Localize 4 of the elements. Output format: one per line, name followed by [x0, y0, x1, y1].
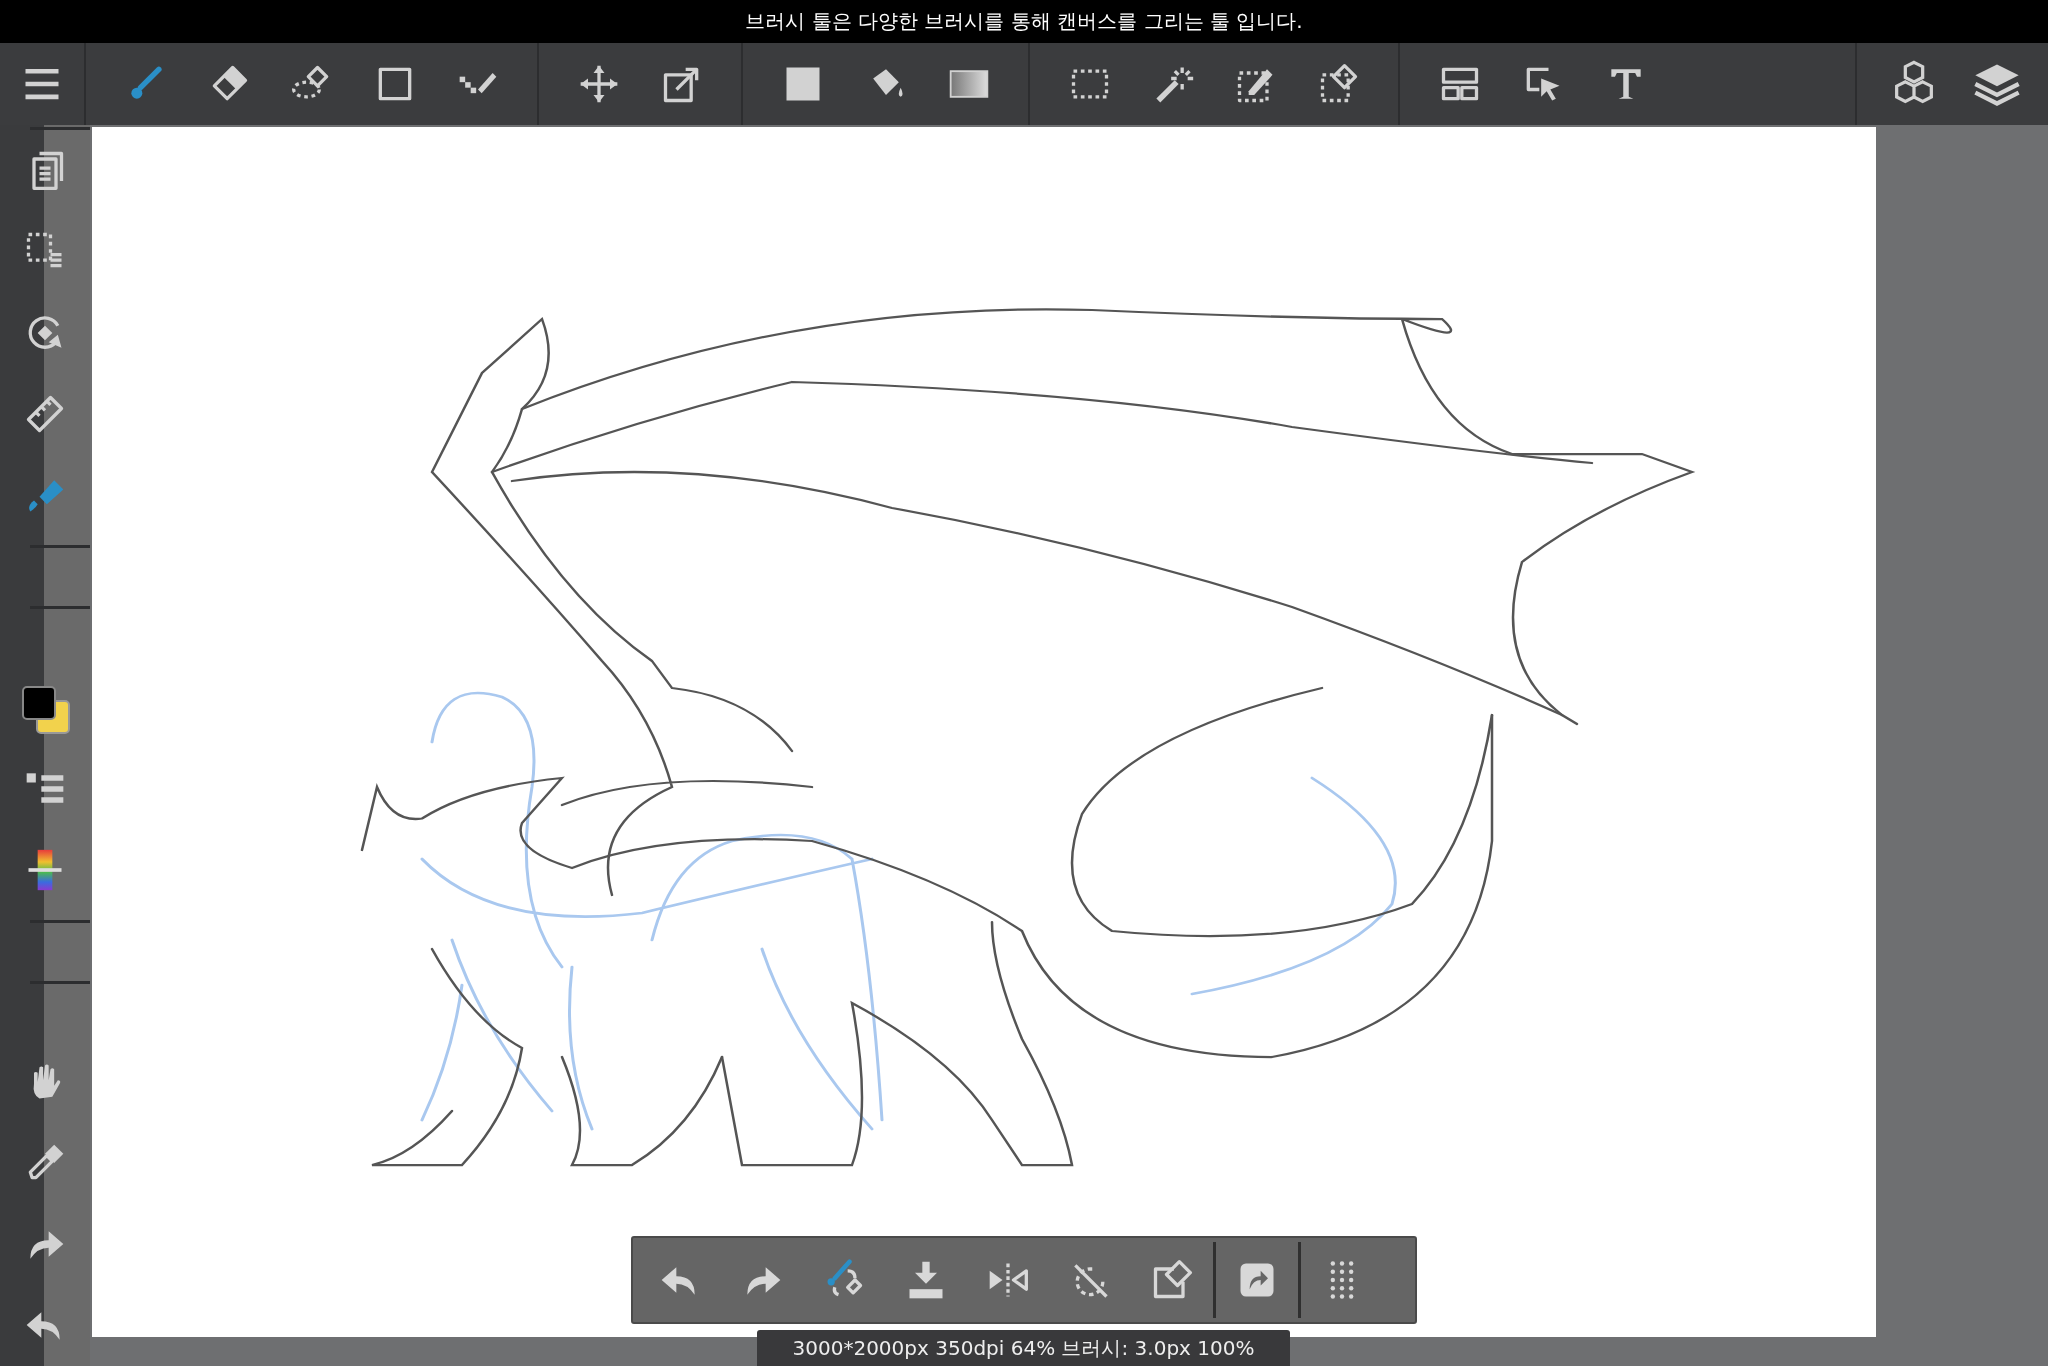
- drawing-canvas[interactable]: [92, 127, 1876, 1337]
- primary-color-swatch: [22, 685, 56, 720]
- tool-hint-text: 브러시 툴은 다양한 브러시를 통해 캔버스를 그리는 툴 입니다.: [745, 8, 1303, 35]
- canvas-info-text: 3000*2000px 350dpi 64% 브러시: 3.0px 100%: [792, 1334, 1255, 1362]
